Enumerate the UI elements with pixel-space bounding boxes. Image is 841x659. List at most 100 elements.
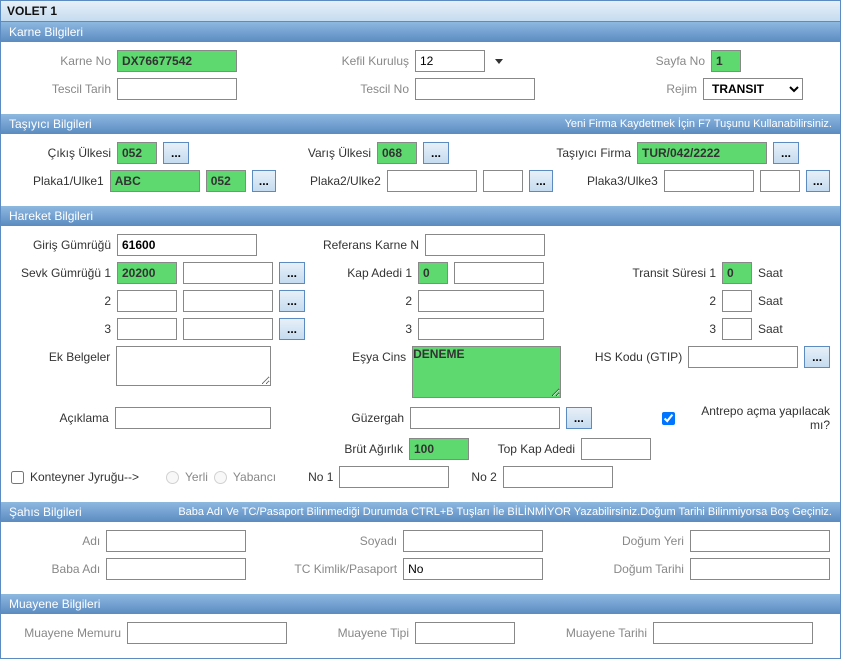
muayene-header-label: Muayene Bilgileri [9, 597, 100, 611]
esya-cins-label: Eşya Cins [317, 346, 406, 364]
sahis-section-header: Şahıs Bilgileri Baba Adı Ve TC/Pasaport … [1, 502, 840, 522]
muayene-memuru-label: Muayene Memuru [11, 626, 121, 640]
yabanci-label: Yabancı [233, 470, 276, 484]
tescil-tarih-label: Tescil Tarih [11, 82, 111, 96]
guzergah-lookup[interactable]: ... [566, 407, 591, 429]
saat-label1: Saat [758, 266, 783, 280]
top-kap-adedi-input[interactable] [581, 438, 651, 460]
hareket-section: Giriş Gümrüğü Referans Karne N Sevk Gümr… [1, 226, 840, 502]
guzergah-label: Güzergah [316, 411, 404, 425]
hs-kodu-input[interactable] [688, 346, 798, 368]
referans-karne-input[interactable] [425, 234, 545, 256]
cikis-ulkesi-input[interactable] [117, 142, 157, 164]
kap2-input[interactable] [418, 290, 544, 312]
sahis-hint: Baba Adı Ve TC/Pasaport Bilinmediği Duru… [178, 506, 832, 518]
tescil-no-input[interactable] [415, 78, 535, 100]
kap3-input[interactable] [418, 318, 544, 340]
plaka3-lookup[interactable]: ... [806, 170, 830, 192]
plaka2-label: Plaka2/Ulke2 [297, 174, 380, 188]
kefil-kurulus-input[interactable] [415, 50, 485, 72]
tasiyici-hint: Yeni Firma Kaydetmek İçin F7 Tuşunu Kull… [565, 118, 832, 130]
kap-adedi1b-input[interactable] [454, 262, 544, 284]
yabanci-radio[interactable] [214, 471, 227, 484]
no2-input[interactable] [503, 466, 613, 488]
antrepo-label: Antrepo açma yapılacak mı? [681, 404, 830, 432]
ek-belgeler-input[interactable] [116, 346, 271, 386]
yerli-label: Yerli [185, 470, 208, 484]
soyadi-label: Soyadı [278, 534, 397, 548]
brut-agirlik-input[interactable] [409, 438, 469, 460]
aciklama-label: Açıklama [11, 411, 109, 425]
hs-kodu-lookup[interactable]: ... [804, 346, 830, 368]
kap-adedi1-input[interactable] [418, 262, 448, 284]
kap-row2-label: 2 [322, 294, 412, 308]
transit-suresi1-input[interactable] [722, 262, 752, 284]
sevk-row3-label: 3 [11, 322, 111, 336]
soyadi-input[interactable] [403, 530, 543, 552]
sevk-gumrugu-label: Sevk Gümrüğü 1 [11, 266, 111, 280]
hareket-header-label: Hareket Bilgileri [9, 209, 93, 223]
sevk3-lookup[interactable]: ... [279, 318, 305, 340]
sevk2b-input[interactable] [183, 290, 273, 312]
sevk-gumrugu1a-input[interactable] [117, 262, 177, 284]
dropdown-icon[interactable] [491, 54, 503, 68]
plaka1-lookup[interactable]: ... [252, 170, 276, 192]
tasiyici-firma-lookup[interactable]: ... [773, 142, 799, 164]
sevk2a-input[interactable] [117, 290, 177, 312]
varis-ulkesi-lookup[interactable]: ... [423, 142, 449, 164]
transit3-input[interactable] [722, 318, 752, 340]
adi-input[interactable] [106, 530, 246, 552]
sevk3b-input[interactable] [183, 318, 273, 340]
sevk-row2-label: 2 [11, 294, 111, 308]
sevk2-lookup[interactable]: ... [279, 290, 305, 312]
guzergah-input[interactable] [410, 407, 560, 429]
sayfa-no-input[interactable] [711, 50, 741, 72]
yerli-radio[interactable] [166, 471, 179, 484]
varis-ulkesi-label: Varış Ülkesi [291, 146, 371, 160]
sevk1-lookup[interactable]: ... [279, 262, 305, 284]
baba-adi-label: Baba Adı [11, 562, 100, 576]
cikis-ulkesi-lookup[interactable]: ... [163, 142, 189, 164]
plaka2-lookup[interactable]: ... [529, 170, 553, 192]
transit-row3-label: 3 [616, 322, 716, 336]
esya-cins-input[interactable] [412, 346, 561, 398]
plaka2-ulke-input[interactable] [483, 170, 523, 192]
kap-adedi-label: Kap Adedi 1 [322, 266, 412, 280]
konteyner-checkbox[interactable] [11, 471, 24, 484]
tescil-tarih-input[interactable] [117, 78, 237, 100]
tasiyici-firma-label: Taşıyıcı Firma [541, 146, 631, 160]
plaka1-ulke-input[interactable] [206, 170, 246, 192]
tasiyici-firma-input[interactable] [637, 142, 767, 164]
sevk-gumrugu1b-input[interactable] [183, 262, 273, 284]
top-kap-adedi-label: Top Kap Adedi [475, 442, 575, 456]
aciklama-input[interactable] [115, 407, 271, 429]
antrepo-checkbox[interactable] [662, 412, 675, 425]
karne-section: Karne No Kefil Kuruluş Sayfa No Tescil T… [1, 42, 840, 114]
muayene-memuru-input[interactable] [127, 622, 287, 644]
plaka3-ulke-input[interactable] [760, 170, 800, 192]
sevk3a-input[interactable] [117, 318, 177, 340]
muayene-tipi-input[interactable] [415, 622, 515, 644]
window-title: VOLET 1 [1, 1, 840, 22]
tasiyici-header-label: Taşıyıcı Bilgileri [9, 117, 92, 131]
karne-section-header: Karne Bilgileri [1, 22, 840, 42]
muayene-section-header: Muayene Bilgileri [1, 594, 840, 614]
giris-gumrugu-input[interactable] [117, 234, 257, 256]
dogum-yeri-input[interactable] [690, 530, 830, 552]
karne-no-label: Karne No [11, 54, 111, 68]
tc-label: TC Kimlik/Pasaport [278, 562, 397, 576]
hs-kodu-label: HS Kodu (GTIP) [583, 346, 682, 364]
plaka3-input[interactable] [664, 170, 754, 192]
plaka2-input[interactable] [387, 170, 477, 192]
plaka3-label: Plaka3/Ulke3 [574, 174, 657, 188]
karne-no-input[interactable] [117, 50, 237, 72]
sahis-section: Adı Soyadı Doğum Yeri Baba Adı TC Kimlik… [1, 522, 840, 594]
rejim-select[interactable]: TRANSIT [703, 78, 803, 100]
plaka1-input[interactable] [110, 170, 200, 192]
muayene-tarihi-input[interactable] [653, 622, 813, 644]
no1-input[interactable] [339, 466, 449, 488]
varis-ulkesi-input[interactable] [377, 142, 417, 164]
hareket-section-header: Hareket Bilgileri [1, 206, 840, 226]
transit2-input[interactable] [722, 290, 752, 312]
saat-label3: Saat [758, 322, 783, 336]
